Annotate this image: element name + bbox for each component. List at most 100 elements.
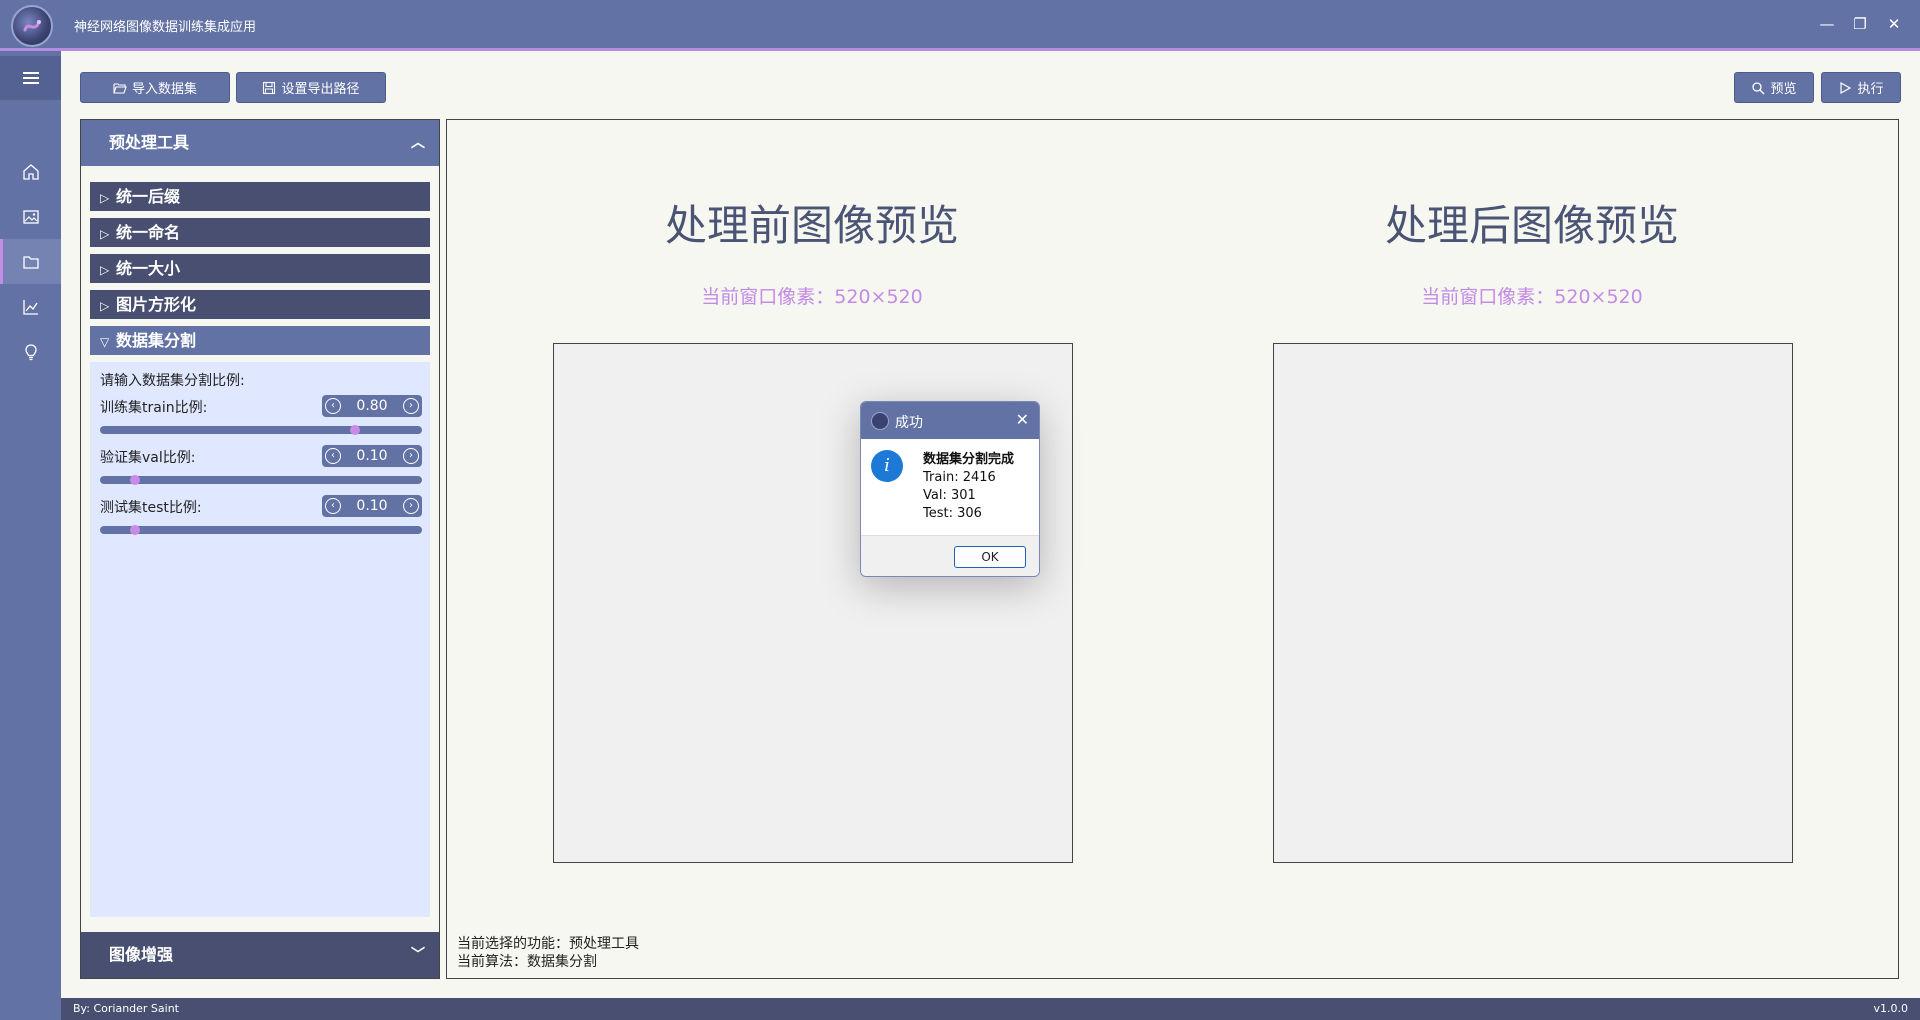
dialog-footer: OK	[861, 535, 1039, 576]
increment-button[interactable]: ›	[403, 498, 419, 514]
image-icon	[22, 209, 39, 224]
tool-panel-title: 预处理工具	[109, 133, 190, 152]
nav-image[interactable]	[0, 194, 61, 239]
section-unify-suffix[interactable]: ▷ 统一后缀	[90, 182, 430, 211]
chevron-down-icon: ﹀	[411, 947, 425, 963]
nav-home[interactable]	[0, 149, 61, 194]
tool-panel: 预处理工具 ︿ ▷ 统一后缀 ▷ 统一命名 ▷ 统一大小 ▷ 图片方形化 ▽ 数据集分割 …	[80, 119, 440, 979]
message-line: Test: 306	[923, 506, 982, 521]
train-ratio-value: 0.80	[356, 398, 388, 414]
split-prompt: 请输入数据集分割比例:	[100, 373, 245, 389]
status-bar: By: Coriander Saint v1.0.0	[61, 998, 1920, 1020]
success-dialog: 成功 ✕ i 数据集分割完成 Train: 2416 Val: 301 Test…	[860, 401, 1040, 577]
increment-button[interactable]: ›	[403, 448, 419, 464]
save-icon	[263, 81, 276, 94]
preview-button[interactable]: 预览	[1734, 72, 1814, 103]
preview-panel: 处理前图像预览 处理后图像预览 当前窗口像素：520×520 当前窗口像素：52…	[446, 119, 1899, 979]
train-ratio-spinbox[interactable]: ‹ 0.80 ›	[322, 395, 422, 417]
train-ratio-label: 训练集train比例:	[100, 400, 208, 416]
section-unify-size[interactable]: ▷ 统一大小	[90, 254, 430, 283]
triangle-right-icon: ▷	[100, 263, 110, 277]
message-line: 数据集分割完成	[923, 452, 1015, 467]
before-preview-title: 处理前图像预览	[664, 201, 959, 250]
slider-thumb[interactable]	[130, 525, 140, 535]
set-export-path-label: 设置导出路径	[281, 82, 360, 97]
section-label: 统一命名	[116, 223, 181, 242]
dialog-title: 成功	[895, 415, 923, 431]
nav-bulb[interactable]	[0, 329, 61, 374]
current-algorithm: 当前算法：数据集分割	[457, 954, 597, 970]
after-pixel-size: 当前窗口像素：520×520	[1421, 286, 1643, 308]
app-logo	[11, 5, 53, 47]
train-ratio-slider[interactable]	[100, 425, 422, 435]
decrement-button[interactable]: ‹	[325, 498, 341, 514]
val-ratio-slider[interactable]	[100, 475, 422, 485]
ok-button[interactable]: OK	[954, 546, 1026, 568]
chart-icon	[22, 299, 38, 315]
test-ratio-value: 0.10	[356, 498, 388, 514]
before-pixel-size: 当前窗口像素：520×520	[701, 286, 923, 308]
info-icon: i	[871, 450, 903, 482]
set-export-path-button[interactable]: 设置导出路径	[236, 72, 386, 103]
triangle-right-icon: ▷	[100, 299, 110, 313]
image-augmentation-header[interactable]: 图像增强 ﹀	[81, 932, 439, 978]
menu-button[interactable]	[0, 56, 61, 100]
window-title: 神经网络图像数据训练集成应用	[74, 20, 257, 35]
nav-folder[interactable]	[0, 239, 61, 284]
increment-button[interactable]: ›	[403, 398, 419, 414]
tool-panel-header[interactable]: 预处理工具 ︿	[81, 120, 439, 166]
decrement-button[interactable]: ‹	[325, 448, 341, 464]
decrement-button[interactable]: ‹	[325, 398, 341, 414]
message-line: Val: 301	[923, 488, 976, 503]
section-dataset-split[interactable]: ▽ 数据集分割	[90, 326, 430, 355]
triangle-right-icon: ▷	[100, 227, 110, 241]
chevron-up-icon: ︿	[411, 135, 425, 151]
slider-thumb[interactable]	[350, 425, 360, 435]
triangle-right-icon: ▷	[100, 191, 110, 205]
test-ratio-label: 测试集test比例:	[100, 500, 202, 516]
after-image-box	[1273, 343, 1793, 863]
section-label: 数据集分割	[116, 331, 197, 350]
triangle-down-icon: ▽	[100, 335, 110, 349]
section-label: 图片方形化	[116, 295, 197, 314]
test-ratio-slider[interactable]	[100, 525, 422, 535]
test-ratio-spinbox[interactable]: ‹ 0.10 ›	[322, 495, 422, 517]
val-ratio-spinbox[interactable]: ‹ 0.10 ›	[322, 445, 422, 467]
dialog-message: 数据集分割完成 Train: 2416 Val: 301 Test: 306	[923, 451, 1014, 523]
section-label: 统一大小	[116, 259, 181, 278]
image-augmentation-title: 图像增强	[109, 945, 174, 964]
search-icon	[1752, 81, 1766, 95]
version-label: v1.0.0	[1873, 1002, 1909, 1015]
after-preview-title: 处理后图像预览	[1384, 201, 1679, 250]
app-logo-icon	[871, 412, 889, 430]
preview-label: 预览	[1770, 82, 1797, 97]
play-icon	[1840, 81, 1852, 94]
message-line: Train: 2416	[923, 470, 996, 485]
home-icon	[22, 163, 39, 180]
author-label: By: Coriander Saint	[73, 1002, 179, 1015]
val-ratio-value: 0.10	[356, 448, 388, 464]
folder-icon	[22, 255, 39, 269]
left-nav	[0, 51, 61, 1020]
bulb-icon	[24, 343, 37, 360]
restore-button[interactable]: ❐	[1849, 13, 1871, 35]
nav-chart[interactable]	[0, 284, 61, 329]
minimize-button[interactable]: —	[1816, 13, 1838, 35]
section-square-image[interactable]: ▷ 图片方形化	[90, 290, 430, 319]
run-label: 执行	[1857, 82, 1884, 97]
dialog-header: 成功 ✕	[861, 402, 1039, 439]
section-label: 统一后缀	[116, 187, 181, 206]
folder-open-icon	[113, 82, 127, 94]
section-unify-naming[interactable]: ▷ 统一命名	[90, 218, 430, 247]
menu-icon	[22, 72, 39, 84]
close-window-button[interactable]: ✕	[1883, 13, 1905, 35]
current-function: 当前选择的功能：预处理工具	[457, 936, 639, 952]
close-icon[interactable]: ✕	[1016, 410, 1029, 429]
dataset-split-body: 请输入数据集分割比例: 训练集train比例: ‹ 0.80 › 验证集val比…	[90, 362, 430, 917]
val-ratio-label: 验证集val比例:	[100, 450, 196, 466]
run-button[interactable]: 执行	[1821, 72, 1901, 103]
import-dataset-label: 导入数据集	[131, 82, 197, 97]
slider-thumb[interactable]	[130, 475, 140, 485]
import-dataset-button[interactable]: 导入数据集	[80, 72, 230, 103]
title-bar: 神经网络图像数据训练集成应用 — ❐ ✕	[0, 0, 1920, 51]
